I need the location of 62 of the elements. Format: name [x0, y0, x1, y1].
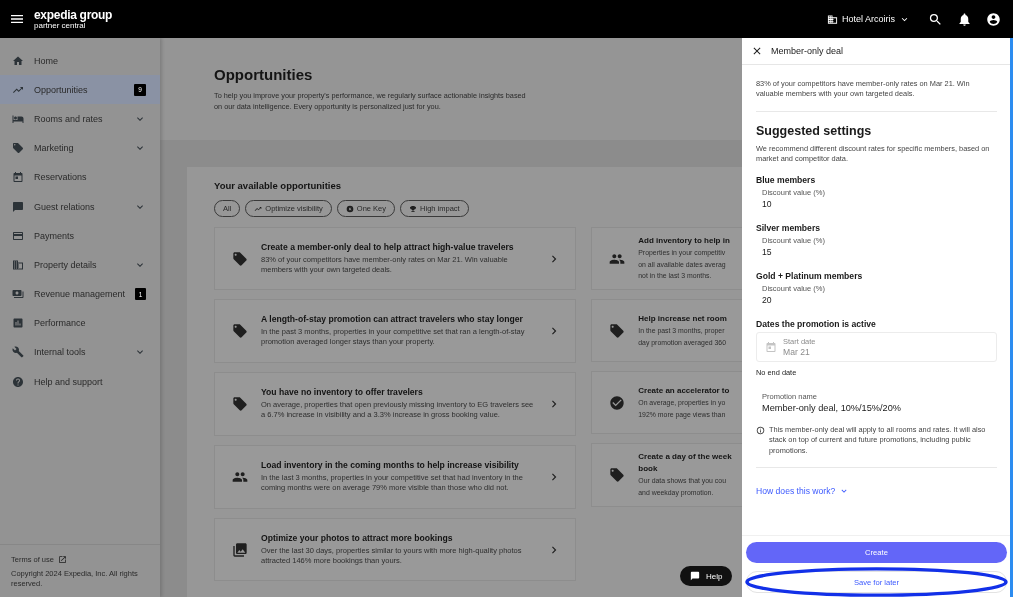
- help-icon: [12, 375, 24, 388]
- page-title: Opportunities: [214, 66, 314, 83]
- tag-icon: [232, 250, 248, 267]
- sidebar-item[interactable]: Internal tools: [0, 337, 160, 368]
- card-title: You have no inventory to offer travelers: [261, 387, 424, 398]
- tier-heading: Blue members: [756, 175, 817, 186]
- settings-heading: Suggested settings: [756, 123, 873, 138]
- brand-logo: expedia group: [34, 8, 113, 21]
- photo-icon: [232, 541, 248, 558]
- help-button[interactable]: Help: [680, 566, 733, 586]
- calendar-icon: [12, 171, 24, 184]
- card-title: Create a member-only deal to help attract high-value travelers: [261, 241, 515, 253]
- bell-icon[interactable]: [957, 11, 972, 27]
- money-icon: [12, 288, 24, 301]
- sidebar-item[interactable]: Performance: [0, 308, 160, 338]
- info-icon: [756, 425, 765, 435]
- drawer-title: Member-only deal: [771, 46, 844, 56]
- card-title: Add inventory to help in: [638, 236, 731, 247]
- building-icon: [12, 258, 24, 271]
- brand-subtitle: partner central: [34, 21, 86, 30]
- tier-heading: Silver members: [756, 223, 821, 234]
- sidebar-item[interactable]: Guest relations: [0, 191, 160, 222]
- trend-icon: [254, 204, 263, 213]
- sidebar-item[interactable]: Property details: [0, 250, 160, 280]
- tag-icon: [12, 142, 24, 155]
- card-icon: [12, 229, 24, 242]
- wrench-icon: [12, 346, 24, 359]
- building-icon: [827, 13, 838, 25]
- sidebar-item[interactable]: Help and support: [0, 367, 160, 397]
- search-icon[interactable]: [928, 11, 943, 27]
- sidebar-item[interactable]: Rooms and rates: [0, 104, 160, 134]
- how-it-works-link[interactable]: How does this work?: [756, 485, 836, 496]
- tier-heading: Gold + Platinum members: [756, 271, 864, 282]
- home-icon: [12, 54, 24, 67]
- card-title: Create a day of the week: [638, 452, 733, 463]
- section-heading: Your available opportunities: [214, 180, 343, 191]
- external-link-icon: [57, 554, 67, 564]
- sidebar-item[interactable]: Reservations: [0, 162, 160, 192]
- card-title: book: [638, 464, 659, 475]
- tag-icon: [232, 323, 248, 339]
- chat-icon: [690, 571, 700, 581]
- dates-heading: Dates the promotion is active: [756, 319, 877, 330]
- close-icon[interactable]: [751, 45, 763, 57]
- card-title: A length-of-stay promotion can attract travelers who stay longer: [261, 314, 524, 325]
- sidebar-item[interactable]: Home: [0, 46, 160, 76]
- tag-icon: [232, 396, 248, 412]
- sidebar-item[interactable]: Marketing: [0, 133, 160, 163]
- people-icon: [232, 469, 248, 485]
- tag-icon: [609, 467, 626, 483]
- opportunity-card[interactable]: [214, 445, 577, 509]
- bar-chart-icon: [12, 317, 24, 330]
- tag-icon: [609, 322, 626, 339]
- card-title: Help increase net room: [638, 314, 728, 324]
- sidebar-item[interactable]: Payments: [0, 221, 160, 251]
- trophy-icon: [409, 204, 418, 213]
- card-title: Optimize your photos to attract more bookings: [261, 532, 454, 544]
- property-selector[interactable]: Hotel Arcoiris: [827, 13, 910, 25]
- calendar-icon: [765, 341, 777, 354]
- account-icon[interactable]: [986, 11, 1001, 27]
- card-title: Load inventory in the coming months to help increase visibility: [261, 460, 520, 471]
- chat-icon: [12, 200, 24, 213]
- card-title: Create an accelerator to: [638, 386, 731, 396]
